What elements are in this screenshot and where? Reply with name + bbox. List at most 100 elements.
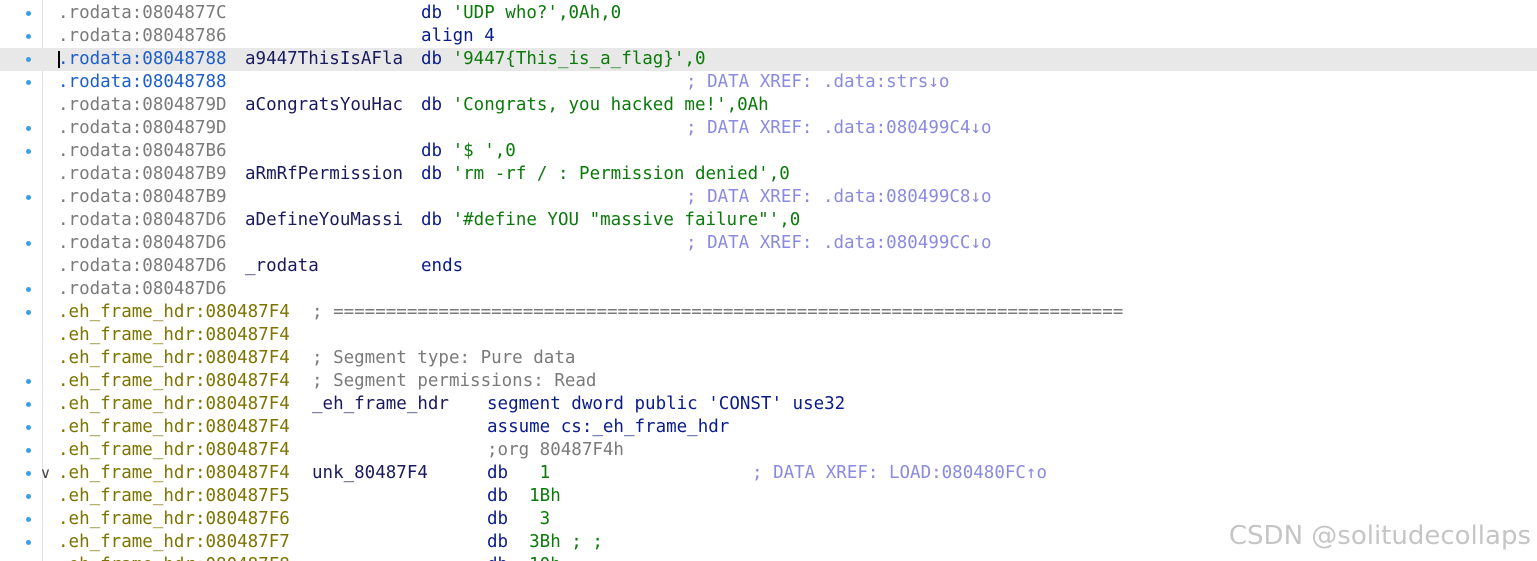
- symbol-name[interactable]: aDefineYouMassi: [245, 209, 403, 232]
- code-line[interactable]: ∨ .eh_frame_hdr:080487F4 unk_80487F4 db 1 ; …: [0, 462, 1537, 485]
- watermark: CSDN @solitudecollaps: [1228, 521, 1531, 551]
- line-address[interactable]: .eh_frame_hdr:080487F4: [58, 416, 290, 439]
- instruction: align 4: [421, 26, 495, 46]
- code-line[interactable]: .rodata:080487D6 ; DATA XREF: .data:08049…: [0, 232, 1537, 255]
- line-address[interactable]: .rodata:080487D6: [58, 209, 227, 232]
- collapse-chevron-icon[interactable]: ∨: [40, 462, 51, 485]
- breakpoint-dot-icon[interactable]: [26, 402, 31, 407]
- line-address[interactable]: .eh_frame_hdr:080487F4: [58, 462, 290, 485]
- code-line[interactable]: .rodata:080487B9 ; DATA XREF: .data:08049…: [0, 186, 1537, 209]
- breakpoint-dot-icon[interactable]: [26, 310, 31, 315]
- code-line[interactable]: .rodata:0804877C db 'UDP who?',0Ah,0: [0, 2, 1537, 25]
- line-address[interactable]: .rodata:08048786: [58, 25, 227, 48]
- code-line[interactable]: .rodata:08048786 align 4: [0, 25, 1537, 48]
- line-address[interactable]: .rodata:080487B9: [58, 163, 227, 186]
- line-address[interactable]: .rodata:080487D6: [58, 232, 227, 255]
- line-address[interactable]: .eh_frame_hdr:080487F4: [58, 347, 290, 370]
- xref-comment[interactable]: ; DATA XREF: .data:080499C4↓o: [686, 117, 992, 140]
- instruction: segment dword public 'CONST' use32: [487, 394, 846, 414]
- gutter-cell: [0, 554, 42, 561]
- code-line[interactable]: .rodata:0804879D aCongratsYouHac db 'Congr…: [0, 94, 1537, 117]
- gutter-cell: [0, 71, 42, 94]
- gutter-cell: [0, 232, 42, 255]
- instruction: db 'Congrats, you hacked me!',0Ah: [421, 95, 769, 115]
- line-address[interactable]: .eh_frame_hdr:080487F7: [58, 531, 290, 554]
- symbol-name[interactable]: a9447ThisIsAFla: [245, 48, 403, 71]
- breakpoint-dot-icon[interactable]: [26, 57, 31, 62]
- line-address[interactable]: .eh_frame_hdr:080487F8: [58, 554, 290, 561]
- gutter-cell: [0, 508, 42, 531]
- instruction: assume cs:_eh_frame_hdr: [487, 417, 730, 437]
- xref-comment[interactable]: ; DATA XREF: .data:080499C8↓o: [686, 186, 992, 209]
- line-address[interactable]: .eh_frame_hdr:080487F4: [58, 393, 290, 416]
- symbol-name[interactable]: unk_80487F4: [312, 462, 428, 485]
- code-line[interactable]: .rodata:08048788 ; DATA XREF: .data:strs↓…: [0, 71, 1537, 94]
- line-address[interactable]: .eh_frame_hdr:080487F6: [58, 508, 290, 531]
- breakpoint-dot-icon[interactable]: [26, 241, 31, 246]
- line-address[interactable]: .rodata:08048788: [58, 71, 227, 94]
- line-address[interactable]: .rodata:0804877C: [58, 2, 227, 25]
- line-address[interactable]: .rodata:0804879D: [58, 94, 227, 117]
- operand: 1Bh: [508, 486, 561, 506]
- segment-comment: ; Segment permissions: Read: [312, 371, 597, 391]
- string-literal: 'Congrats, you hacked me!': [442, 95, 727, 115]
- symbol-name[interactable]: _eh_frame_hdr: [312, 393, 449, 416]
- code-line[interactable]: .eh_frame_hdr:080487F4 ; Segment permissi…: [0, 370, 1537, 393]
- symbol-name[interactable]: _rodata: [245, 255, 319, 278]
- breakpoint-dot-icon[interactable]: [26, 448, 31, 453]
- instruction: db 1Bh: [487, 486, 561, 506]
- line-address[interactable]: .rodata:080487D6: [58, 278, 227, 301]
- instruction: db 10h: [487, 554, 561, 561]
- breakpoint-dot-icon[interactable]: [26, 517, 31, 522]
- string-literal: 'UDP who?': [442, 3, 558, 23]
- line-address[interactable]: .eh_frame_hdr:080487F4: [58, 370, 290, 393]
- code-line[interactable]: .eh_frame_hdr:080487F5 db 1Bh: [0, 485, 1537, 508]
- breakpoint-dot-icon[interactable]: [26, 149, 31, 154]
- code-line[interactable]: .eh_frame_hdr:080487F4 _eh_frame_hdr segme…: [0, 393, 1537, 416]
- line-address[interactable]: .rodata:080487B6: [58, 140, 227, 163]
- operand: 3: [508, 509, 551, 529]
- breakpoint-dot-icon[interactable]: [26, 11, 31, 16]
- breakpoint-dot-icon[interactable]: [26, 195, 31, 200]
- line-address[interactable]: .eh_frame_hdr:080487F5: [58, 485, 290, 508]
- breakpoint-dot-icon[interactable]: [26, 540, 31, 545]
- code-line[interactable]: .rodata:0804879D ; DATA XREF: .data:08049…: [0, 117, 1537, 140]
- code-line[interactable]: .rodata:080487D6 aDefineYouMassi db '#defi…: [0, 209, 1537, 232]
- line-address[interactable]: .eh_frame_hdr:080487F4: [58, 439, 290, 462]
- code-line[interactable]: .rodata:080487D6: [0, 278, 1537, 301]
- instruction: db 'UDP who?',0Ah,0: [421, 3, 622, 23]
- line-address[interactable]: .eh_frame_hdr:080487F4: [58, 324, 290, 347]
- line-address[interactable]: .eh_frame_hdr:080487F4: [58, 301, 290, 324]
- code-line[interactable]: .eh_frame_hdr:080487F8 db 10h: [0, 554, 1537, 561]
- code-line[interactable]: .eh_frame_hdr:080487F4 assume cs:_eh_fram…: [0, 416, 1537, 439]
- xref-comment[interactable]: ; DATA XREF: LOAD:080480FC↑o: [752, 462, 1047, 485]
- line-address[interactable]: .rodata:080487B9: [58, 186, 227, 209]
- line-address[interactable]: .rodata:0804879D: [58, 117, 227, 140]
- breakpoint-dot-icon[interactable]: [26, 471, 31, 476]
- org-directive: ;org 80487F4h: [487, 440, 624, 460]
- breakpoint-dot-icon[interactable]: [26, 80, 31, 85]
- operand: ,0: [768, 164, 790, 184]
- breakpoint-dot-icon[interactable]: [26, 34, 31, 39]
- code-line[interactable]: .rodata:08048788 a9447ThisIsAFla db '9447{…: [0, 48, 1537, 71]
- code-line[interactable]: .eh_frame_hdr:080487F4 ; ================…: [0, 301, 1537, 324]
- code-line[interactable]: .eh_frame_hdr:080487F4 ;org 80487F4h: [0, 439, 1537, 462]
- symbol-name[interactable]: aCongratsYouHac: [245, 94, 403, 117]
- line-address[interactable]: .rodata:080487D6: [58, 255, 227, 278]
- breakpoint-dot-icon[interactable]: [26, 126, 31, 131]
- breakpoint-dot-icon[interactable]: [26, 379, 31, 384]
- disassembly-view[interactable]: .rodata:0804877C db 'UDP who?',0Ah,0 .roda…: [0, 0, 1537, 561]
- symbol-name[interactable]: aRmRfPermission: [245, 163, 403, 186]
- breakpoint-dot-icon[interactable]: [26, 287, 31, 292]
- breakpoint-dot-icon[interactable]: [26, 425, 31, 430]
- code-line[interactable]: .rodata:080487B9 aRmRfPermission db 'rm -r…: [0, 163, 1537, 186]
- code-line[interactable]: .rodata:080487D6 _rodata ends: [0, 255, 1537, 278]
- xref-comment[interactable]: ; DATA XREF: .data:strs↓o: [686, 71, 949, 94]
- segment-separator: ; ======================================…: [312, 302, 1124, 322]
- xref-comment[interactable]: ; DATA XREF: .data:080499CC↓o: [686, 232, 992, 255]
- breakpoint-dot-icon[interactable]: [26, 494, 31, 499]
- code-line[interactable]: .eh_frame_hdr:080487F4 ; Segment type: Pu…: [0, 347, 1537, 370]
- code-line[interactable]: .rodata:080487B6 db '$ ',0: [0, 140, 1537, 163]
- line-address[interactable]: .rodata:08048788: [58, 48, 227, 71]
- code-line[interactable]: .eh_frame_hdr:080487F4: [0, 324, 1537, 347]
